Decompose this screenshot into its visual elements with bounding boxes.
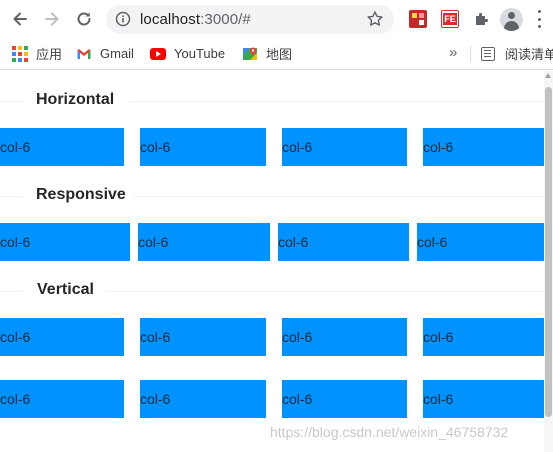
section-title: Responsive bbox=[36, 186, 126, 203]
grid-col: col-6 bbox=[282, 318, 407, 356]
youtube-icon bbox=[150, 46, 166, 62]
bookmarks-separator bbox=[470, 46, 471, 62]
grid-col: col-6 bbox=[423, 128, 544, 166]
reload-icon[interactable] bbox=[73, 8, 95, 30]
url-path: :3000/# bbox=[200, 11, 251, 28]
grid-col: col-6 bbox=[423, 380, 544, 418]
apps-grid-icon bbox=[12, 45, 28, 62]
extension-red-icon[interactable] bbox=[409, 10, 427, 28]
divider-vertical: Vertical bbox=[0, 279, 553, 303]
reading-list-label: 阅读清单 bbox=[505, 47, 553, 62]
grid-col: col-6 bbox=[0, 223, 130, 261]
grid-col: col-6 bbox=[0, 128, 124, 166]
bookmark-label: 地图 bbox=[266, 47, 293, 62]
bookmark-label: Gmail bbox=[100, 46, 134, 61]
grid-col: col-6 bbox=[423, 318, 544, 356]
puzzle-icon[interactable] bbox=[472, 10, 490, 28]
back-arrow-icon[interactable] bbox=[9, 8, 31, 30]
reading-list-icon bbox=[481, 46, 497, 62]
bookmark-label: YouTube bbox=[174, 46, 226, 61]
menu-dots-icon[interactable] bbox=[536, 10, 542, 28]
vertical-scrollbar[interactable] bbox=[544, 71, 553, 452]
section-title: Horizontal bbox=[36, 91, 115, 108]
bookmark-label: 应用 bbox=[36, 47, 63, 62]
gmail-icon bbox=[76, 46, 92, 62]
bookmark-gmail[interactable]: Gmail bbox=[76, 38, 134, 69]
grid-col: col-6 bbox=[140, 318, 266, 356]
address-bar[interactable]: localhost:3000/# bbox=[106, 5, 394, 34]
grid-col: col-6 bbox=[417, 223, 544, 261]
url-host: localhost bbox=[140, 11, 201, 28]
grid-col: col-6 bbox=[278, 223, 409, 261]
grid-col: col-6 bbox=[140, 380, 266, 418]
watermark: https://blog.csdn.net/weixin_46758732 bbox=[270, 424, 509, 440]
grid-col: col-6 bbox=[282, 380, 407, 418]
extension-fe-icon[interactable]: FE bbox=[441, 10, 459, 28]
browser-toolbar: localhost:3000/# FE bbox=[0, 0, 553, 38]
grid-col: col-6 bbox=[0, 318, 124, 356]
grid-col: col-6 bbox=[138, 223, 270, 261]
bookmark-apps[interactable]: 应用 bbox=[12, 38, 62, 69]
bookmarks-bar: 应用 Gmail YouTube 地图 » 阅读清单 bbox=[0, 38, 553, 70]
bookmarks-overflow-chevron[interactable]: » bbox=[449, 44, 457, 61]
bookmark-youtube[interactable]: YouTube bbox=[150, 38, 225, 69]
divider-horizontal: Horizontal bbox=[0, 89, 553, 113]
reading-list-button[interactable]: 阅读清单 bbox=[481, 38, 553, 69]
section-title: Vertical bbox=[37, 281, 94, 298]
profile-avatar-icon[interactable] bbox=[500, 8, 523, 31]
page-content: Horizontal col-6 col-6 col-6 col-6 Respo… bbox=[0, 71, 553, 452]
star-icon[interactable] bbox=[366, 10, 384, 28]
bookmark-maps[interactable]: 地图 bbox=[242, 38, 292, 69]
scroll-up-arrow-icon[interactable] bbox=[545, 73, 551, 78]
forward-arrow-icon[interactable] bbox=[41, 8, 63, 30]
grid-col: col-6 bbox=[140, 128, 266, 166]
extension-fe-label: FE bbox=[443, 13, 457, 25]
scrollbar-thumb[interactable] bbox=[545, 87, 552, 417]
maps-icon bbox=[242, 46, 258, 62]
divider-responsive: Responsive bbox=[0, 184, 553, 208]
grid-col: col-6 bbox=[282, 128, 407, 166]
info-icon[interactable] bbox=[115, 11, 131, 27]
url-text[interactable]: localhost:3000/# bbox=[140, 11, 251, 28]
grid-col: col-6 bbox=[0, 380, 124, 418]
